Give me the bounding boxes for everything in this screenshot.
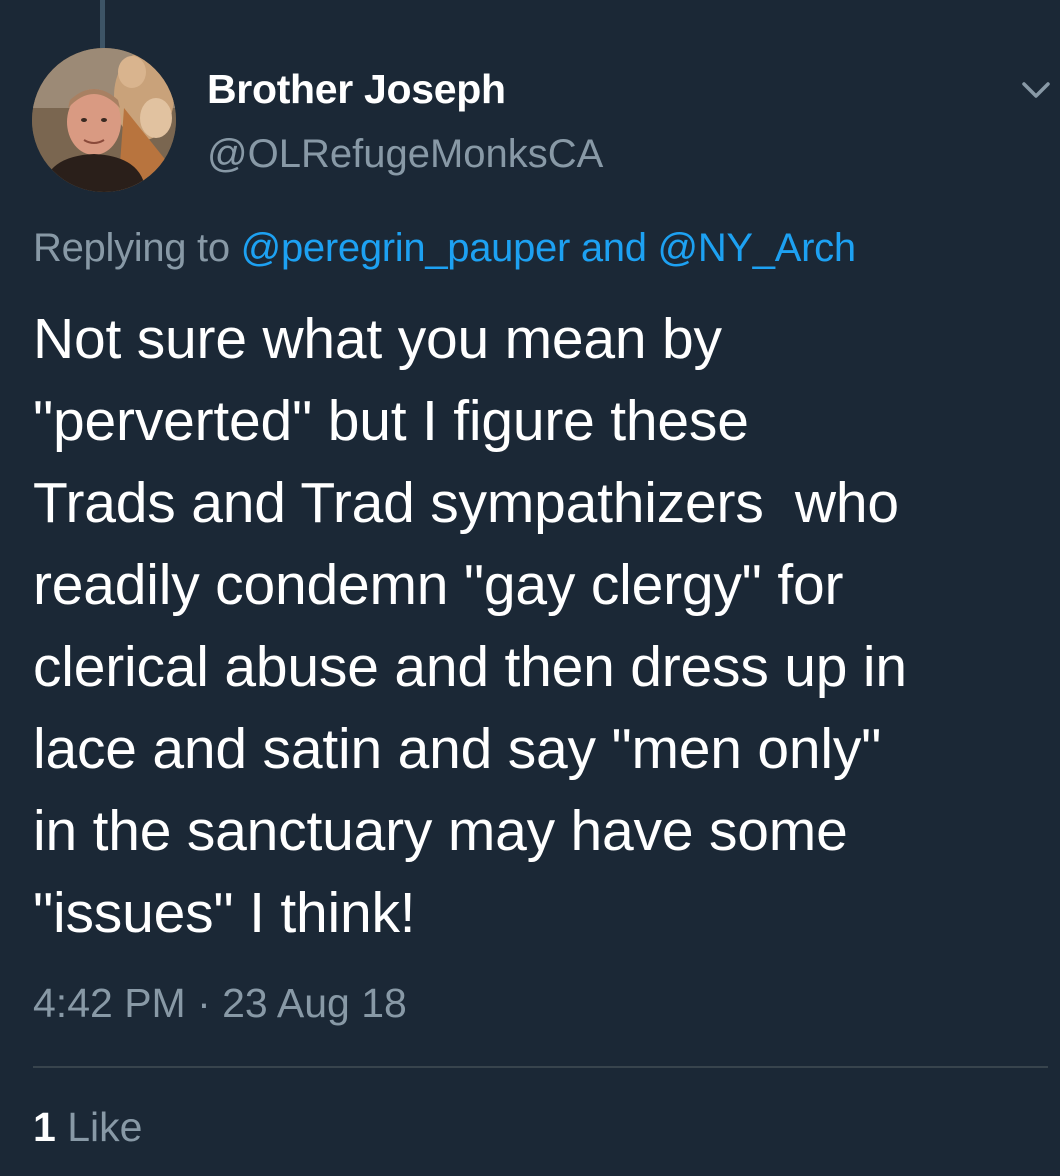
tweet-text-line: "perverted" but I figure these	[33, 389, 749, 453]
thread-connector-line	[100, 0, 105, 48]
tweet-text-line: Trads and Trad sympathizers who	[33, 471, 899, 535]
mention-link-peregrin-pauper[interactable]: @peregrin_pauper	[241, 226, 571, 270]
author-display-name[interactable]: Brother Joseph	[207, 66, 506, 113]
reply-context-connector[interactable]: and	[581, 226, 647, 270]
chevron-down-icon[interactable]	[1018, 74, 1054, 104]
tweet-text-line: clerical abuse and then dress up in	[33, 635, 907, 699]
reply-context-prefix: Replying to	[33, 226, 230, 270]
reply-context: Replying to @peregrin_pauper and @NY_Arc…	[33, 226, 856, 271]
tweet-text-line: lace and satin and say "men only"	[33, 717, 882, 781]
tweet-text-line: in the sanctuary may have some	[33, 799, 848, 863]
mention-link-ny-arch[interactable]: @NY_Arch	[658, 226, 857, 270]
tweet-text: Not sure what you mean by "perverted" bu…	[33, 298, 1048, 954]
likes-label: Like	[67, 1104, 143, 1150]
tweet-text-line: Not sure what you mean by	[33, 307, 722, 371]
likes-count: 1	[33, 1104, 56, 1150]
avatar[interactable]	[32, 48, 176, 192]
tweet-text-line: readily condemn "gay clergy" for	[33, 553, 844, 617]
divider	[33, 1066, 1048, 1068]
author-handle[interactable]: @OLRefugeMonksCA	[207, 132, 603, 177]
tweet-timestamp[interactable]: 4:42 PM · 23 Aug 18	[33, 980, 407, 1027]
avatar-photo-icon	[32, 48, 176, 192]
likes-count-button[interactable]: 1 Like	[33, 1104, 142, 1151]
tweet-text-line: "issues" I think!	[33, 881, 416, 945]
